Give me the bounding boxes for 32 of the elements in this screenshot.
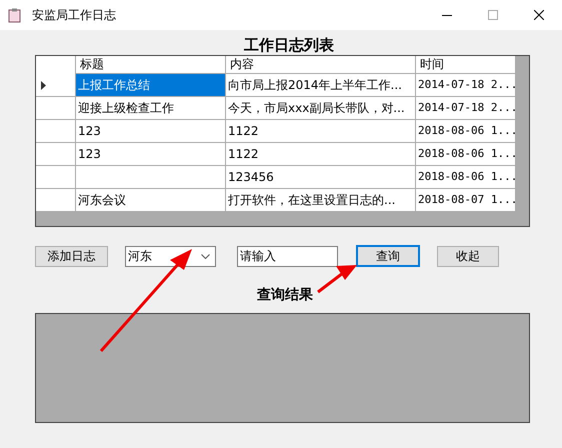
add-log-button[interactable]: 添加日志 bbox=[35, 246, 108, 266]
table-cell: 2018-08-06 1... bbox=[416, 143, 516, 165]
minimize-icon bbox=[442, 14, 452, 16]
table-cell: 123456 bbox=[226, 166, 416, 188]
current-row-icon bbox=[41, 80, 46, 90]
search-field[interactable]: 请输入 bbox=[237, 246, 338, 266]
table-cell: 2014-07-18 2... bbox=[416, 74, 516, 96]
query-button[interactable]: 查询 bbox=[356, 245, 420, 267]
window-title: 安监局工作日志 bbox=[32, 7, 116, 24]
clipboard-icon bbox=[8, 8, 21, 22]
table-cell: 2018-08-06 1... bbox=[416, 166, 516, 188]
table-cell: 今天，市局xxx副局长带队，对... bbox=[226, 97, 416, 119]
close-icon bbox=[534, 10, 544, 20]
table-cell: 123 bbox=[76, 143, 226, 165]
table-cell: 上报工作总结 bbox=[76, 74, 226, 96]
table-cell: 2014-07-18 2... bbox=[416, 97, 516, 119]
collapse-button[interactable]: 收起 bbox=[437, 246, 499, 266]
arrow bbox=[317, 265, 357, 294]
result-heading: 查询结果 bbox=[257, 286, 313, 305]
list-heading: 工作日志列表 bbox=[244, 35, 334, 55]
table-cell: 迎接上级检查工作 bbox=[76, 97, 226, 119]
table-cell: 123 bbox=[76, 120, 226, 142]
region-dropdown[interactable]: 河东 bbox=[125, 246, 216, 266]
table-cell: 2018-08-06 1... bbox=[416, 120, 516, 142]
maximize-icon bbox=[488, 10, 498, 20]
table-cell: 河东会议 bbox=[76, 189, 226, 211]
table-cell: 打开软件，在这里设置日志的... bbox=[226, 189, 416, 211]
table-cell: 向市局上报2014年上半年工作... bbox=[226, 74, 416, 96]
table-cell: 1122 bbox=[226, 120, 416, 142]
table-cell: 1122 bbox=[226, 143, 416, 165]
chevron-down-icon bbox=[201, 254, 210, 258]
table-cell: 2018-08-07 1... bbox=[416, 189, 516, 211]
